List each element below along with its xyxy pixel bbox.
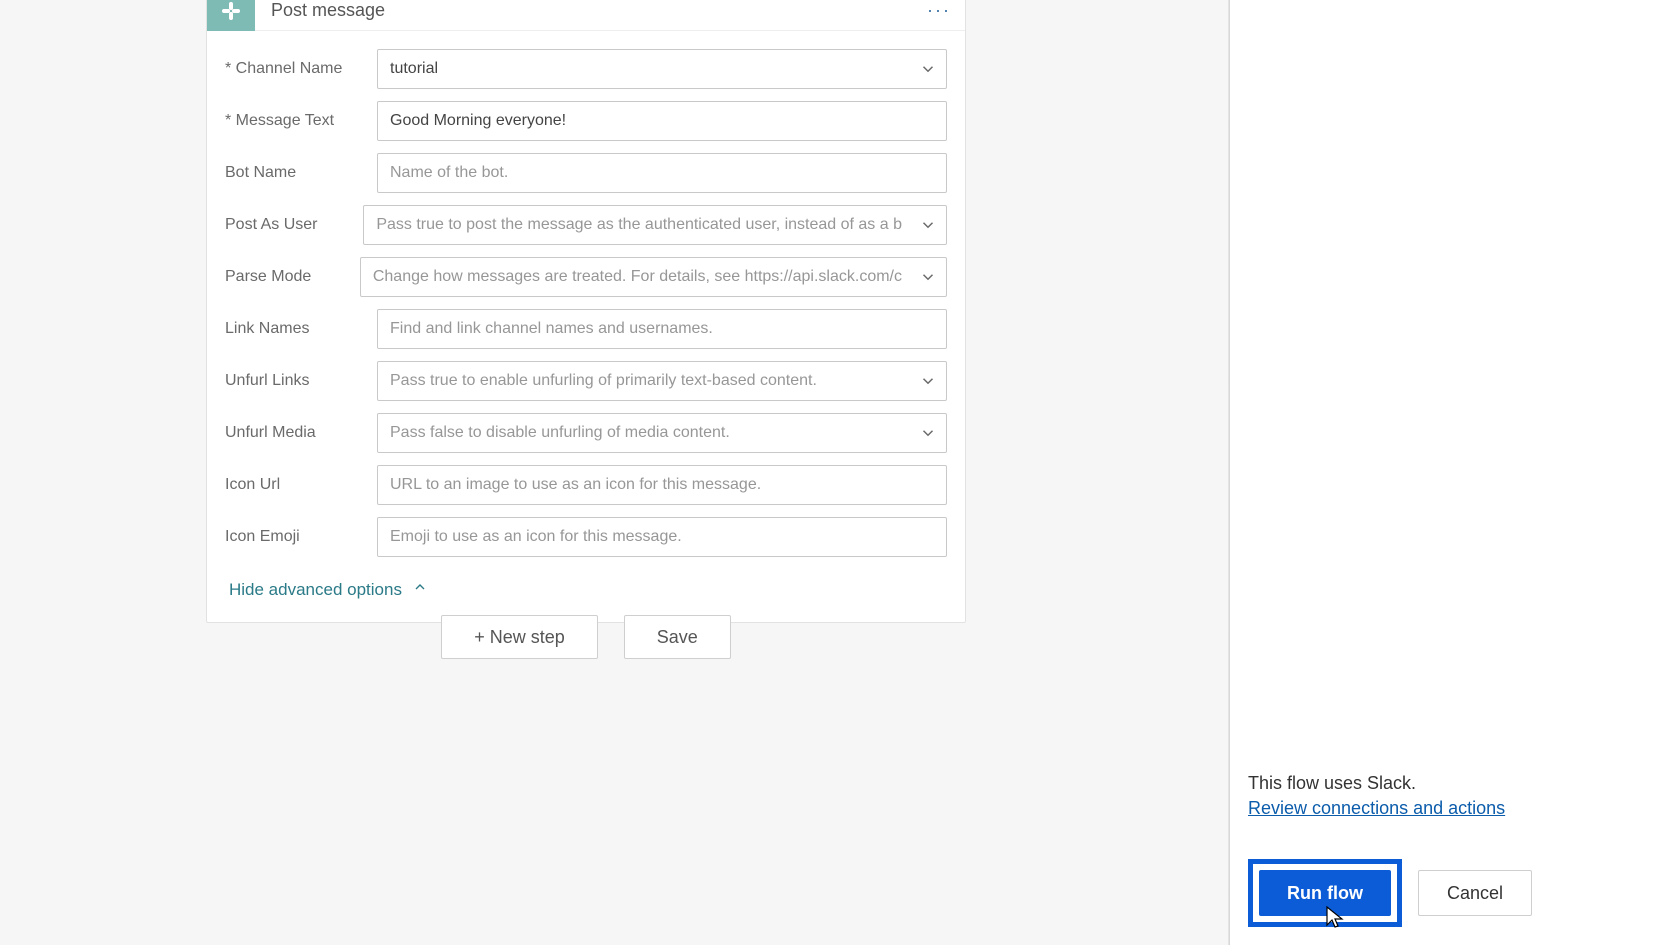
- canvas-actions: + New step Save: [206, 615, 966, 659]
- row-icon-url: Icon Url: [225, 465, 947, 505]
- run-panel: This flow uses Slack. Review connections…: [1230, 0, 1680, 945]
- message-text-input[interactable]: [377, 101, 947, 141]
- row-unfurl-links: Unfurl Links Pass true to enable unfurli…: [225, 361, 947, 401]
- action-card-post-message: Post message ··· * Channel Name tutorial…: [206, 0, 966, 623]
- row-channel-name: * Channel Name tutorial: [225, 49, 947, 89]
- label-message-text: * Message Text: [225, 112, 377, 130]
- cancel-button[interactable]: Cancel: [1418, 870, 1532, 916]
- editor-canvas: Post message ··· * Channel Name tutorial…: [0, 0, 1230, 945]
- slack-connector-icon: [207, 0, 255, 31]
- parse-mode-select[interactable]: Change how messages are treated. For det…: [360, 257, 947, 297]
- label-unfurl-links: Unfurl Links: [225, 372, 377, 390]
- icon-url-input[interactable]: [377, 465, 947, 505]
- card-title: Post message: [255, 0, 927, 21]
- unfurl-links-select[interactable]: Pass true to enable unfurling of primari…: [377, 361, 947, 401]
- label-unfurl-media: Unfurl Media: [225, 424, 377, 442]
- row-parse-mode: Parse Mode Change how messages are treat…: [225, 257, 947, 297]
- panel-actions: Run flow Cancel: [1248, 859, 1662, 927]
- channel-name-select[interactable]: tutorial: [377, 49, 947, 89]
- bot-name-input[interactable]: [377, 153, 947, 193]
- row-unfurl-media: Unfurl Media Pass false to disable unfur…: [225, 413, 947, 453]
- label-bot-name: Bot Name: [225, 164, 377, 182]
- hide-advanced-toggle[interactable]: Hide advanced options: [229, 579, 428, 600]
- label-link-names: Link Names: [225, 320, 377, 338]
- icon-emoji-input[interactable]: [377, 517, 947, 557]
- card-menu-button[interactable]: ···: [927, 0, 951, 21]
- label-post-as-user: Post As User: [225, 216, 363, 234]
- card-header[interactable]: Post message ···: [207, 0, 965, 31]
- link-names-input[interactable]: [377, 309, 947, 349]
- save-button[interactable]: Save: [624, 615, 731, 659]
- row-icon-emoji: Icon Emoji: [225, 517, 947, 557]
- row-link-names: Link Names: [225, 309, 947, 349]
- slack-icon: [219, 0, 243, 23]
- label-parse-mode: Parse Mode: [225, 268, 360, 286]
- label-icon-url: Icon Url: [225, 476, 377, 494]
- chevron-up-icon: [412, 579, 428, 600]
- row-message-text: * Message Text: [225, 101, 947, 141]
- panel-footer: This flow uses Slack. Review connections…: [1248, 773, 1662, 927]
- run-flow-highlight: Run flow: [1248, 859, 1402, 927]
- form: * Channel Name tutorial * Message Text B…: [207, 31, 965, 579]
- run-flow-button[interactable]: Run flow: [1259, 870, 1391, 916]
- new-step-button[interactable]: + New step: [441, 615, 598, 659]
- unfurl-media-select[interactable]: Pass false to disable unfurling of media…: [377, 413, 947, 453]
- row-post-as-user: Post As User Pass true to post the messa…: [225, 205, 947, 245]
- label-channel-name: * Channel Name: [225, 60, 377, 78]
- post-as-user-select[interactable]: Pass true to post the message as the aut…: [363, 205, 947, 245]
- label-icon-emoji: Icon Emoji: [225, 528, 377, 546]
- review-connections-link[interactable]: Review connections and actions: [1248, 798, 1662, 819]
- row-bot-name: Bot Name: [225, 153, 947, 193]
- panel-message: This flow uses Slack.: [1248, 773, 1662, 794]
